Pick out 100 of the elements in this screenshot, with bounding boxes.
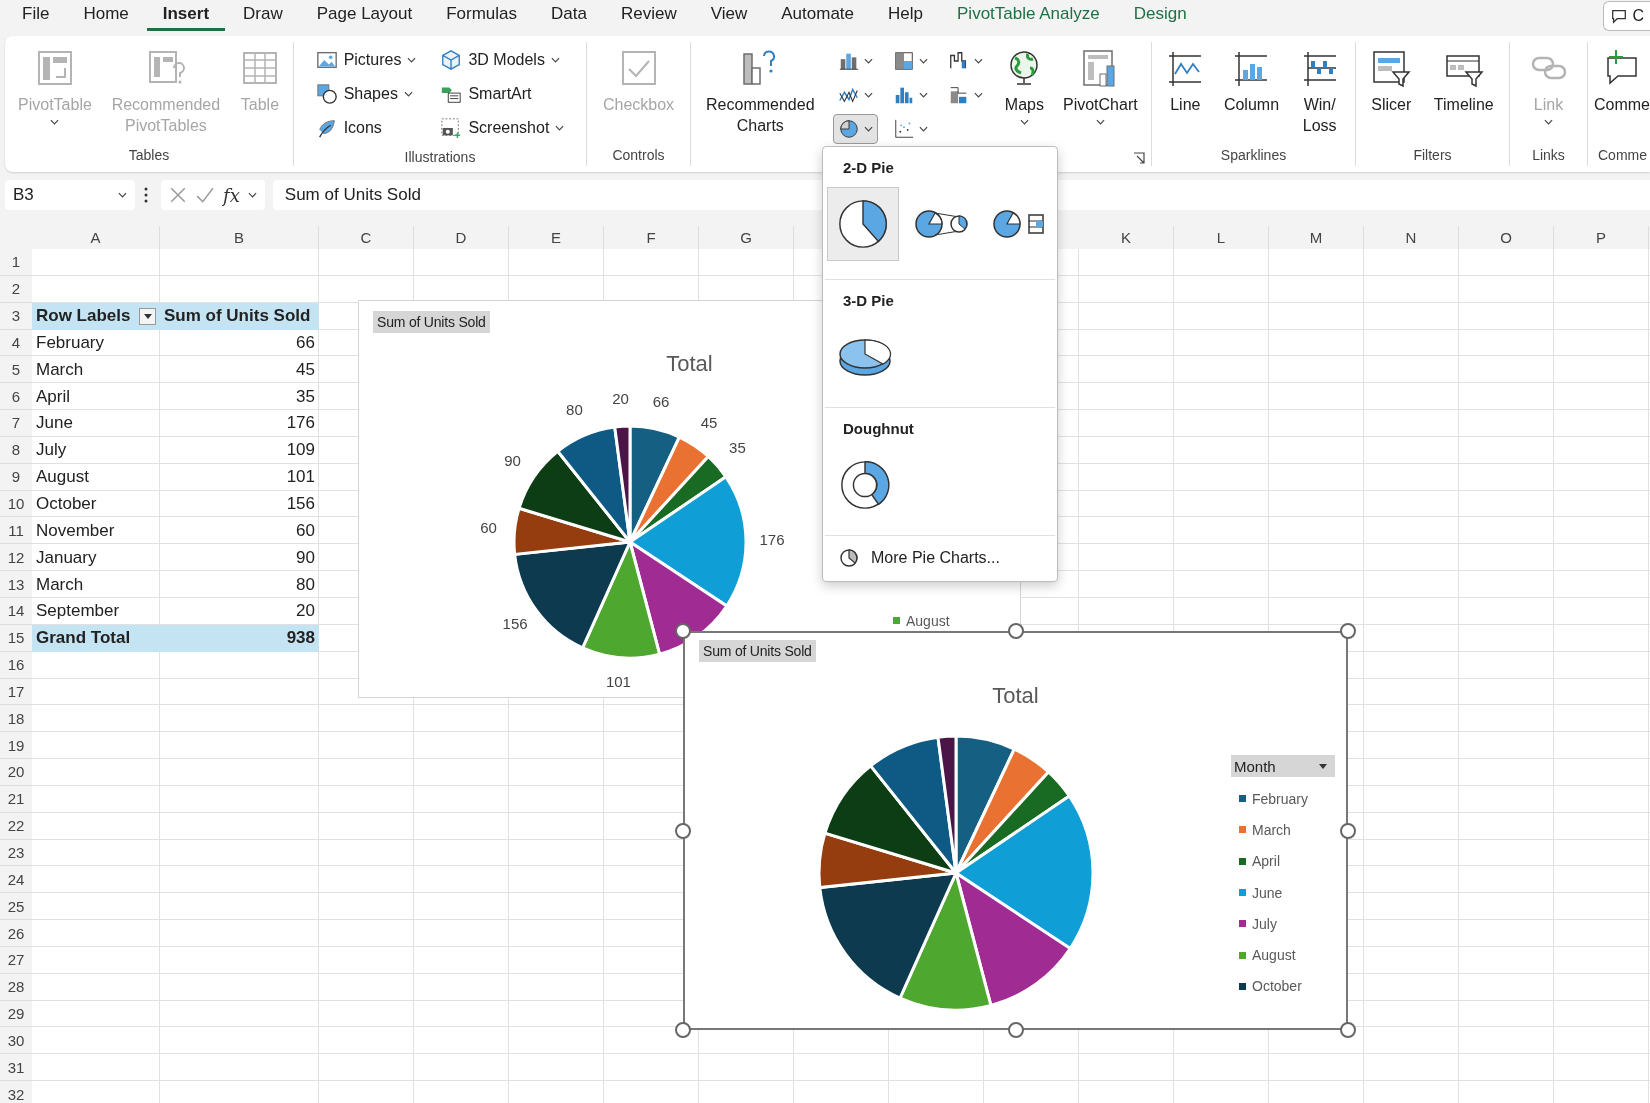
row-header[interactable]: 8 — [0, 436, 32, 464]
column-sparkline-button[interactable]: Column — [1221, 42, 1282, 115]
shapes-button[interactable]: Shapes — [315, 80, 417, 108]
ribbon-tab[interactable]: Draw — [227, 1, 299, 31]
table-cell-text: 66 — [295, 331, 316, 354]
legend-label: March — [1252, 821, 1291, 838]
data-label: 35 — [729, 439, 746, 457]
ribbon-tab[interactable]: File — [6, 1, 66, 31]
field-button[interactable]: Sum of Units Sold — [699, 640, 816, 662]
line-sparkline-button[interactable]: Line — [1163, 42, 1208, 115]
chart-type-option[interactable] — [827, 187, 899, 261]
legend-label: April — [1252, 853, 1280, 870]
camera-icon — [440, 117, 463, 139]
row-header[interactable]: 11 — [0, 517, 32, 545]
row-header[interactable]: 15 — [0, 624, 32, 652]
row-header[interactable]: 23 — [0, 839, 32, 867]
ribbon-tab[interactable]: Automate — [765, 1, 871, 31]
ribbon-tab[interactable]: Help — [872, 1, 939, 31]
filter-button[interactable] — [139, 307, 156, 325]
data-label: 60 — [480, 518, 497, 536]
more-pie-charts-item[interactable]: More Pie Charts... — [823, 536, 1016, 581]
group-label: Illustrations — [404, 149, 476, 165]
row-header[interactable]: 25 — [0, 893, 32, 921]
row-header[interactable]: 16 — [0, 651, 32, 679]
insert-function-button[interactable]: fx — [223, 184, 240, 206]
timeline-button[interactable]: Timeline — [1431, 42, 1496, 115]
row-header[interactable]: 27 — [0, 946, 32, 974]
table-cell-text: January — [35, 546, 98, 569]
name-box[interactable]: B3 — [5, 180, 135, 210]
caret-icon — [973, 58, 983, 64]
row-header[interactable]: 13 — [0, 571, 32, 598]
ribbon-tab[interactable]: Home — [67, 1, 145, 31]
pie-chart[interactable]: Sum of Units Sold Total Month February March April June July August October — [683, 631, 1348, 1030]
dialog-launcher-icon[interactable] — [1133, 152, 1145, 164]
row-header[interactable]: 9 — [0, 463, 32, 491]
row-header[interactable]: 20 — [0, 759, 32, 786]
check-icon[interactable] — [195, 186, 215, 204]
table-cell-text: 109 — [285, 439, 316, 462]
ribbon-tab[interactable]: Design — [1117, 1, 1203, 31]
row-header[interactable]: 30 — [0, 1027, 32, 1055]
row-header[interactable]: 32 — [0, 1081, 32, 1103]
comments-button[interactable]: C — [1603, 1, 1650, 31]
row-header[interactable]: 17 — [0, 678, 32, 706]
row-header[interactable]: 24 — [0, 866, 32, 894]
table-cell-text: 45 — [295, 358, 316, 381]
smartart-button[interactable]: SmartArt — [440, 80, 565, 108]
row-header[interactable]: 7 — [0, 410, 32, 437]
caret-icon — [1319, 763, 1327, 769]
recommended-charts-button[interactable]: Recommended Charts — [702, 42, 819, 136]
ribbon-tab[interactable]: Data — [535, 1, 603, 31]
dropdown-caret-icon — [247, 192, 257, 198]
table-cell-text: 176 — [285, 412, 316, 435]
row-header[interactable]: 12 — [0, 544, 32, 572]
legend-filter-button[interactable]: Month — [1231, 755, 1335, 777]
screenshot-button[interactable]: Screenshot — [440, 114, 565, 142]
table-cell-text: March — [35, 358, 85, 381]
pie-chart-icon — [836, 197, 890, 251]
3d-models-button[interactable]: 3D Models — [440, 46, 565, 74]
row-header[interactable]: 31 — [0, 1054, 32, 1082]
row-header[interactable]: 22 — [0, 812, 32, 840]
row-header[interactable]: 21 — [0, 785, 32, 813]
ribbon-tab[interactable]: View — [694, 1, 764, 31]
win-loss-button[interactable]: Win/ Loss — [1295, 42, 1344, 136]
icons-button[interactable]: Icons — [315, 114, 417, 142]
row-header[interactable]: 3 — [0, 302, 32, 330]
row-header[interactable]: 26 — [0, 920, 32, 947]
table-cell-text: September — [35, 600, 121, 623]
row-header[interactable]: 5 — [0, 356, 32, 384]
ribbon-tab[interactable]: Insert — [146, 1, 226, 31]
caret-icon — [143, 313, 152, 319]
pie-chart-button[interactable] — [832, 114, 878, 144]
row-header[interactable]: 10 — [0, 490, 32, 518]
ribbon-tab[interactable]: Page Layout — [300, 1, 429, 31]
ribbon-tab[interactable]: Formulas — [430, 1, 534, 31]
caret-icon — [1095, 119, 1105, 125]
cube-icon — [440, 49, 463, 71]
slicer-button[interactable]: Slicer — [1369, 42, 1414, 115]
bar-of-pie-icon — [991, 208, 1047, 240]
row-header[interactable]: 14 — [0, 597, 32, 625]
field-button[interactable]: Sum of Units Sold — [373, 311, 490, 333]
ribbon-tab[interactable]: PivotTable Analyze — [941, 1, 1116, 31]
pivotchart-button[interactable]: PivotChart — [1060, 42, 1140, 125]
pictures-button[interactable]: Pictures — [315, 46, 417, 74]
cancel-icon[interactable] — [169, 186, 187, 204]
comment-button[interactable]: Comme — [1592, 42, 1650, 115]
maps-button[interactable]: Maps — [1002, 42, 1047, 125]
slicer-icon — [1371, 48, 1412, 88]
grand-total-cell: Grand Total — [32, 624, 160, 652]
row-header[interactable]: 1 — [0, 249, 32, 276]
row-header[interactable]: 2 — [0, 275, 32, 303]
row-header[interactable]: 4 — [0, 329, 32, 357]
row-header[interactable]: 6 — [0, 383, 32, 411]
caret-icon — [863, 92, 873, 98]
ribbon-tab[interactable]: Review — [605, 1, 693, 31]
dropdown-caret-icon — [118, 192, 127, 198]
row-header[interactable]: 28 — [0, 973, 32, 1001]
row-header[interactable]: 29 — [0, 1000, 32, 1028]
row-header[interactable]: 19 — [0, 732, 32, 760]
row-header[interactable]: 18 — [0, 705, 32, 733]
more-options-icon[interactable] — [143, 186, 149, 204]
